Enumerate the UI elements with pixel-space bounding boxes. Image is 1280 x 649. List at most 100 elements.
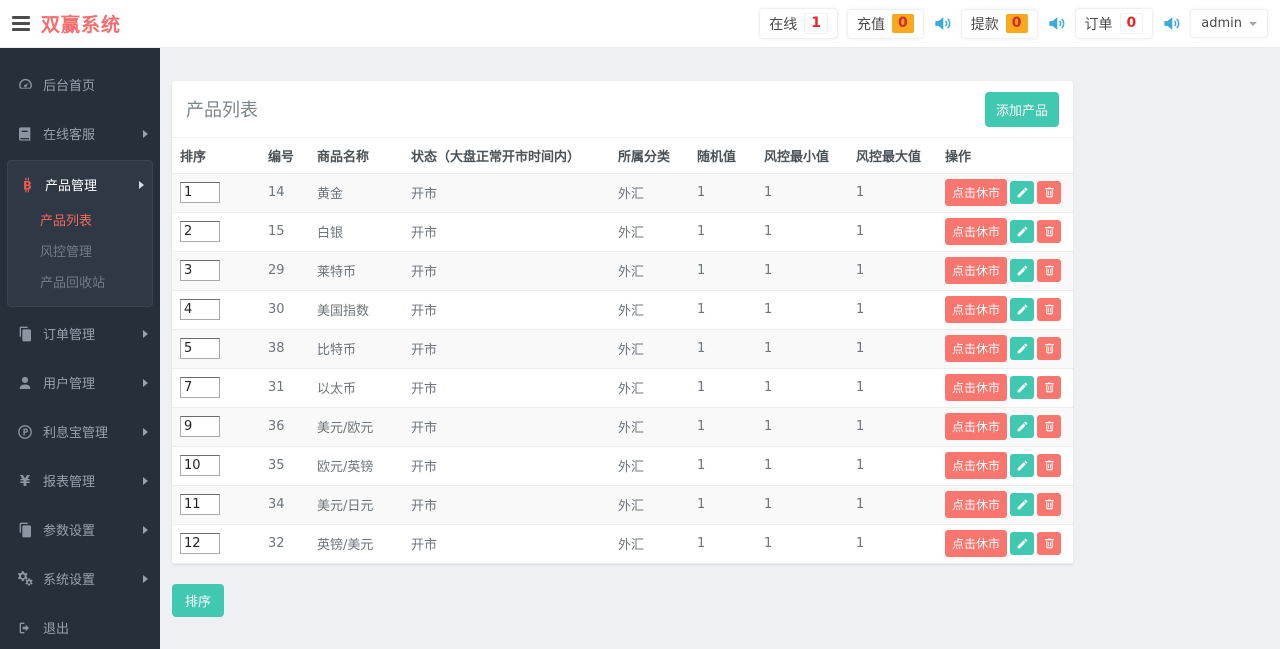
sidebar-subitem-risk-management[interactable]: 风控管理 — [8, 237, 152, 268]
edit-button[interactable] — [1010, 298, 1035, 321]
withdraw-stat[interactable]: 提款 0 — [960, 8, 1038, 39]
sort-order-input[interactable] — [180, 221, 220, 242]
edit-button[interactable] — [1010, 415, 1035, 438]
product-id-cell: 34 — [258, 485, 307, 525]
sidebar-item-label: 后台首页 — [43, 79, 96, 94]
random-value-cell: 1 — [687, 485, 754, 525]
recharge-stat[interactable]: 充值 0 — [847, 8, 924, 39]
risk-max-cell: 1 — [846, 368, 935, 408]
sidebar-item-logout[interactable]: 退出 — [0, 603, 160, 649]
close-market-button[interactable]: 点击休市 — [945, 218, 1008, 245]
sidebar-item-product-management[interactable]: B 产品管理 — [8, 161, 152, 206]
close-market-button[interactable]: 点击休市 — [945, 257, 1008, 284]
sidebar-item-customer-service[interactable]: 在线客服 — [0, 109, 160, 158]
delete-button[interactable] — [1037, 337, 1062, 360]
withdraw-speaker-icon[interactable] — [1047, 14, 1066, 33]
trash-icon — [1043, 498, 1056, 511]
user-menu[interactable]: admin — [1190, 9, 1268, 38]
sort-submit-button[interactable]: 排序 — [172, 583, 225, 617]
delete-button[interactable] — [1037, 454, 1062, 477]
category-cell: 外汇 — [608, 173, 687, 213]
delete-button[interactable] — [1037, 415, 1062, 438]
close-market-button[interactable]: 点击休市 — [945, 530, 1008, 557]
order-speaker-icon[interactable] — [1162, 14, 1181, 33]
sidebar-item-order-management[interactable]: 订单管理 — [0, 309, 160, 358]
risk-max-cell: 1 — [846, 212, 935, 252]
sidebar-item-parameter-settings[interactable]: 参数设置 — [0, 505, 160, 554]
sort-order-input[interactable] — [180, 416, 220, 437]
close-market-button[interactable]: 点击休市 — [945, 452, 1008, 479]
sidebar-item-label: 产品管理 — [45, 179, 98, 194]
sort-order-input[interactable] — [180, 455, 220, 476]
sidebar-item-interest-management[interactable]: 利息宝管理 — [0, 407, 160, 456]
edit-button[interactable] — [1010, 454, 1035, 477]
category-cell: 外汇 — [608, 329, 687, 369]
sort-order-input[interactable] — [180, 260, 220, 281]
trash-icon — [1043, 420, 1056, 433]
sort-order-input[interactable] — [180, 338, 220, 359]
close-market-button[interactable]: 点击休市 — [945, 335, 1008, 362]
edit-button[interactable] — [1010, 493, 1035, 516]
product-name-cell: 以太币 — [307, 368, 401, 408]
sidebar-subitem-product-recycle[interactable]: 产品回收站 — [8, 268, 152, 299]
chevron-right-icon — [143, 525, 148, 534]
sort-order-input[interactable] — [180, 182, 220, 203]
edit-button[interactable] — [1010, 376, 1035, 399]
product-name-cell: 比特币 — [307, 329, 401, 369]
product-id-cell: 31 — [258, 368, 307, 408]
risk-max-cell: 1 — [846, 485, 935, 525]
recharge-count-badge: 0 — [892, 14, 914, 33]
close-market-button[interactable]: 点击休市 — [945, 374, 1008, 401]
delete-button[interactable] — [1037, 376, 1062, 399]
product-name-cell: 美元/欧元 — [307, 407, 401, 447]
hamburger-menu-icon[interactable] — [12, 13, 30, 34]
risk-min-cell: 1 — [754, 407, 846, 447]
status-cell: 开市 — [401, 251, 608, 291]
online-stat[interactable]: 在线 1 — [759, 8, 839, 39]
order-stat-label: 订单 — [1084, 16, 1113, 33]
delete-button[interactable] — [1037, 532, 1062, 555]
category-cell: 外汇 — [608, 251, 687, 291]
delete-button[interactable] — [1037, 181, 1062, 204]
files-icon — [16, 326, 34, 342]
sort-order-input[interactable] — [180, 299, 220, 320]
sort-order-input[interactable] — [180, 377, 220, 398]
chevron-right-icon — [143, 574, 148, 583]
close-market-button[interactable]: 点击休市 — [945, 179, 1008, 206]
delete-button[interactable] — [1037, 259, 1062, 282]
add-product-button[interactable]: 添加产品 — [984, 91, 1059, 127]
sidebar-item-report-management[interactable]: ¥ 报表管理 — [0, 456, 160, 505]
sort-order-input[interactable] — [180, 494, 220, 515]
close-market-button[interactable]: 点击休市 — [945, 491, 1008, 518]
risk-min-cell: 1 — [754, 329, 846, 369]
sidebar-item-user-management[interactable]: 用户管理 — [0, 358, 160, 407]
status-cell: 开市 — [401, 407, 608, 447]
product-name-cell: 白银 — [307, 212, 401, 252]
table-row: 15 白银 开市 外汇 1 1 1 点击休市 — [172, 212, 1073, 252]
brand-title[interactable]: 双赢系统 — [41, 10, 121, 37]
pencil-icon — [1016, 537, 1029, 550]
sidebar-item-system-settings[interactable]: 系统设置 — [0, 554, 160, 603]
sidebar-item-dashboard[interactable]: 后台首页 — [0, 60, 160, 109]
edit-button[interactable] — [1010, 220, 1035, 243]
status-cell: 开市 — [401, 173, 608, 213]
product-table-body: 14 黄金 开市 外汇 1 1 1 点击休市 15 — [172, 173, 1073, 564]
delete-button[interactable] — [1037, 493, 1062, 516]
recharge-stat-label: 充值 — [857, 16, 886, 33]
sort-order-input[interactable] — [180, 533, 220, 554]
delete-button[interactable] — [1037, 220, 1062, 243]
edit-button[interactable] — [1010, 181, 1035, 204]
pencil-icon — [1016, 498, 1029, 511]
topbar-right: 在线 1 充值 0 提款 0 订单 0 admin — [759, 8, 1280, 39]
recharge-speaker-icon[interactable] — [933, 14, 952, 33]
order-stat[interactable]: 订单 0 — [1074, 8, 1154, 39]
sidebar-subitem-product-list[interactable]: 产品列表 — [8, 206, 152, 237]
random-value-cell: 1 — [687, 290, 754, 330]
edit-button[interactable] — [1010, 532, 1035, 555]
close-market-button[interactable]: 点击休市 — [945, 413, 1008, 440]
edit-button[interactable] — [1010, 259, 1035, 282]
product-name-cell: 美元/日元 — [307, 485, 401, 525]
edit-button[interactable] — [1010, 337, 1035, 360]
close-market-button[interactable]: 点击休市 — [945, 296, 1008, 323]
delete-button[interactable] — [1037, 298, 1062, 321]
